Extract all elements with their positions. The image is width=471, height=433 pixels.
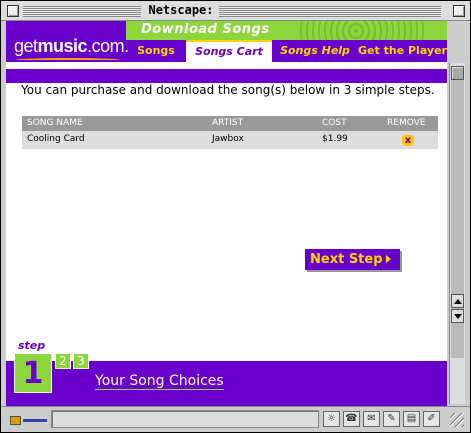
composer-icon[interactable]: ✎ (383, 411, 400, 427)
next-step-label: Next Step (310, 252, 383, 267)
component-bar: ☼ ☎ ✉ ✎ ▤ ✐ (323, 411, 440, 429)
bookmark-icon[interactable]: ☼ (323, 411, 340, 427)
songs-table: SONG NAME ARTIST COST REMOVE Cooling Car… (22, 116, 438, 149)
column-header-remove: REMOVE (387, 118, 426, 128)
nav-tabs: Songs Songs Cart Songs Help Get the Play… (126, 40, 447, 62)
step-2-number: 2 (55, 353, 71, 369)
zoom-box-icon[interactable] (453, 5, 465, 17)
tab-songs-help-label: Songs Help (280, 44, 350, 57)
tab-get-the-player[interactable]: Get the Player (358, 40, 447, 62)
scroll-down-arrow-icon[interactable] (451, 309, 464, 323)
header-pattern (296, 21, 426, 40)
tab-songs-cart-label: Songs Cart (195, 45, 263, 58)
tab-get-the-player-label: Get the Player (358, 44, 447, 57)
cell-song-name: Cooling Card (27, 134, 85, 144)
logo-text-suffix: .com. (87, 36, 129, 56)
arrow-right-icon (385, 255, 391, 263)
browser-window: Netscape: Download Songs getmusic.com. S… (0, 0, 471, 433)
news-icon[interactable]: ▤ (403, 411, 420, 427)
header-gap (6, 64, 447, 69)
remove-x-icon: x (404, 135, 412, 146)
next-step-button[interactable]: Next Step (305, 249, 400, 270)
logo-text-bold: music (37, 36, 88, 56)
mail-icon[interactable]: ✉ (363, 411, 380, 427)
column-header-cost: COST (322, 118, 347, 128)
lock-icon (10, 416, 21, 425)
connection-plug-icon (23, 419, 47, 422)
table-header: SONG NAME ARTIST COST REMOVE (22, 116, 438, 131)
title-bar[interactable]: Netscape: (1, 1, 470, 21)
scrollbar-top-gap (449, 21, 465, 63)
remove-song-button[interactable]: x (402, 135, 414, 146)
status-message-field (51, 410, 319, 428)
table-row: Cooling Card Jawbox $1.99 x (22, 131, 438, 149)
cell-artist: Jawbox (212, 134, 244, 144)
tab-songs-help[interactable]: Songs Help (272, 40, 358, 62)
close-box-icon[interactable] (7, 5, 19, 17)
scrollbar-thumb[interactable] (451, 66, 464, 80)
scroll-up-arrow-icon[interactable] (451, 294, 464, 308)
resize-grip-icon[interactable] (450, 413, 464, 427)
getmusic-logo[interactable]: getmusic.com. (14, 36, 129, 60)
vertical-scrollbar[interactable] (449, 63, 465, 404)
page-content: Download Songs getmusic.com. Songs Songs… (6, 21, 447, 406)
cell-cost: $1.99 (322, 134, 348, 144)
column-header-artist: ARTIST (212, 118, 244, 128)
tab-songs-label: Songs (137, 44, 175, 57)
edit-icon[interactable]: ✐ (423, 411, 440, 427)
step-label: step (18, 339, 46, 352)
step-title: Your Song Choices (95, 373, 224, 390)
step-3-number: 3 (73, 353, 89, 369)
column-header-song-name: SONG NAME (27, 118, 83, 128)
step-current-number: 1 (14, 353, 52, 393)
tab-songs-cart[interactable]: Songs Cart (186, 40, 272, 62)
network-icon[interactable]: ☎ (343, 411, 360, 427)
section-title: Download Songs (141, 22, 270, 37)
tab-songs[interactable]: Songs (126, 40, 186, 62)
title-bar-stripes (23, 6, 141, 17)
window-title: Netscape: (148, 3, 214, 17)
title-bar-stripes (219, 6, 441, 17)
status-bar: ☼ ☎ ✉ ✎ ▤ ✐ (1, 406, 470, 432)
intro-text: You can purchase and download the song(s… (21, 83, 435, 97)
logo-text-light: get (14, 36, 38, 56)
security-indicator[interactable] (5, 412, 47, 428)
